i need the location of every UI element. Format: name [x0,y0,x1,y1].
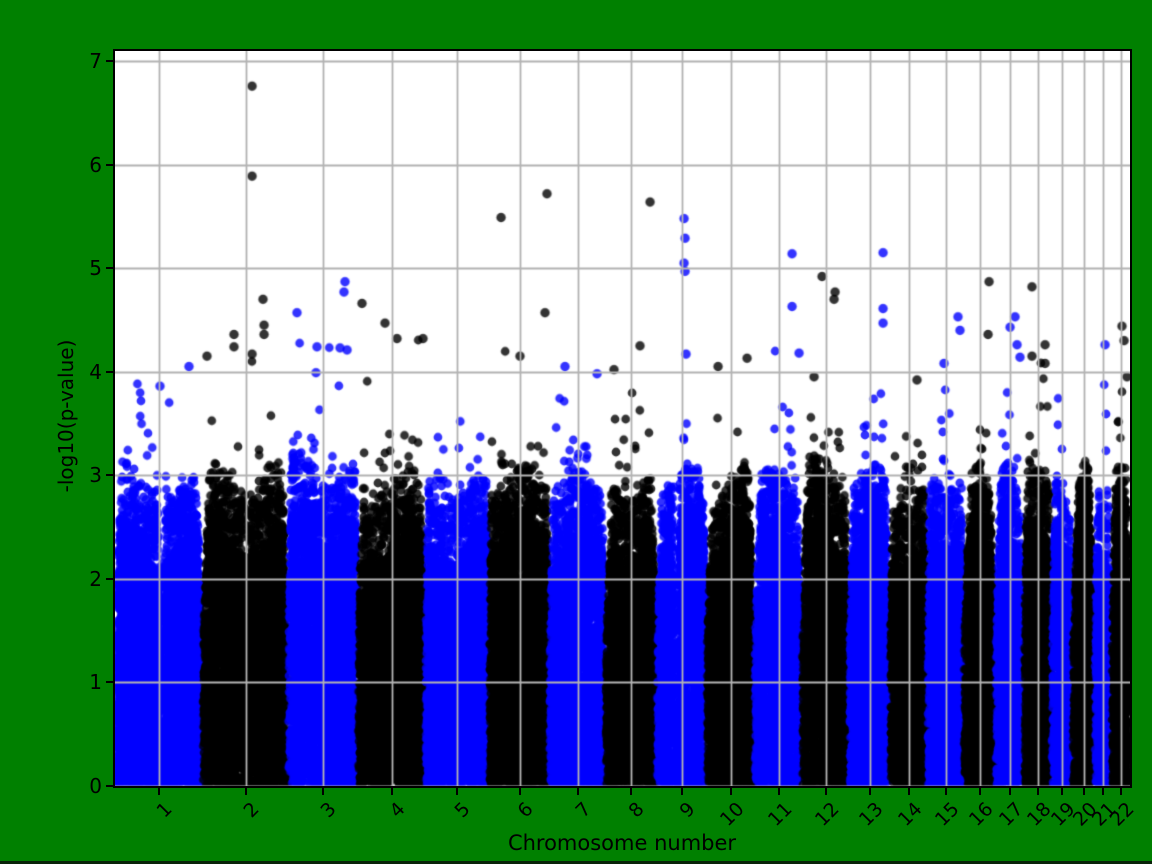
x-tick-mark [681,788,684,795]
x-tick-mark [978,788,981,795]
manhattan-scatter-canvas [115,51,1130,786]
x-tick-mark [1119,788,1122,795]
manhattan-plot-figure: Chromosome number -log10(p-value) 012345… [0,0,1152,864]
y-tick-label: 4 [89,359,102,384]
x-tick-mark [1061,788,1064,795]
x-tick-mark [907,788,910,795]
x-tick-mark [944,788,947,795]
x-tick-mark [322,788,325,795]
x-tick-mark [1102,788,1105,795]
x-tick-mark [456,788,459,795]
y-tick-mark [106,370,114,373]
y-tick-label: 6 [89,152,102,177]
x-tick-mark [1037,788,1040,795]
x-tick-mark [729,788,732,795]
y-tick-mark [106,474,114,477]
y-tick-mark [106,267,114,270]
x-tick-mark [244,788,247,795]
y-tick-mark [106,681,114,684]
x-tick-mark [777,788,780,795]
y-tick-mark [106,60,114,63]
y-tick-label: 5 [89,256,102,281]
x-tick-label: 3 [316,798,341,823]
x-tick-mark [1009,788,1012,795]
x-tick-label: 4 [385,798,410,823]
x-tick-label: 1 [152,798,177,823]
x-tick-label: 2 [239,798,264,823]
y-tick-label: 7 [89,49,102,74]
y-tick-mark [106,577,114,580]
y-tick-label: 3 [89,463,102,488]
x-tick-mark [824,788,827,795]
x-tick-mark [868,788,871,795]
x-tick-mark [630,788,633,795]
x-tick-mark [1082,788,1085,795]
y-axis-label: -log10(p-value) [54,339,78,493]
x-tick-mark [576,788,579,795]
x-tick-mark [157,788,160,795]
x-tick-mark [390,788,393,795]
y-tick-mark [106,163,114,166]
plot-area [113,49,1132,788]
y-tick-label: 0 [89,773,102,798]
x-tick-mark [518,788,521,795]
y-tick-label: 2 [89,566,102,591]
y-tick-label: 1 [89,670,102,695]
y-tick-mark [106,784,114,787]
